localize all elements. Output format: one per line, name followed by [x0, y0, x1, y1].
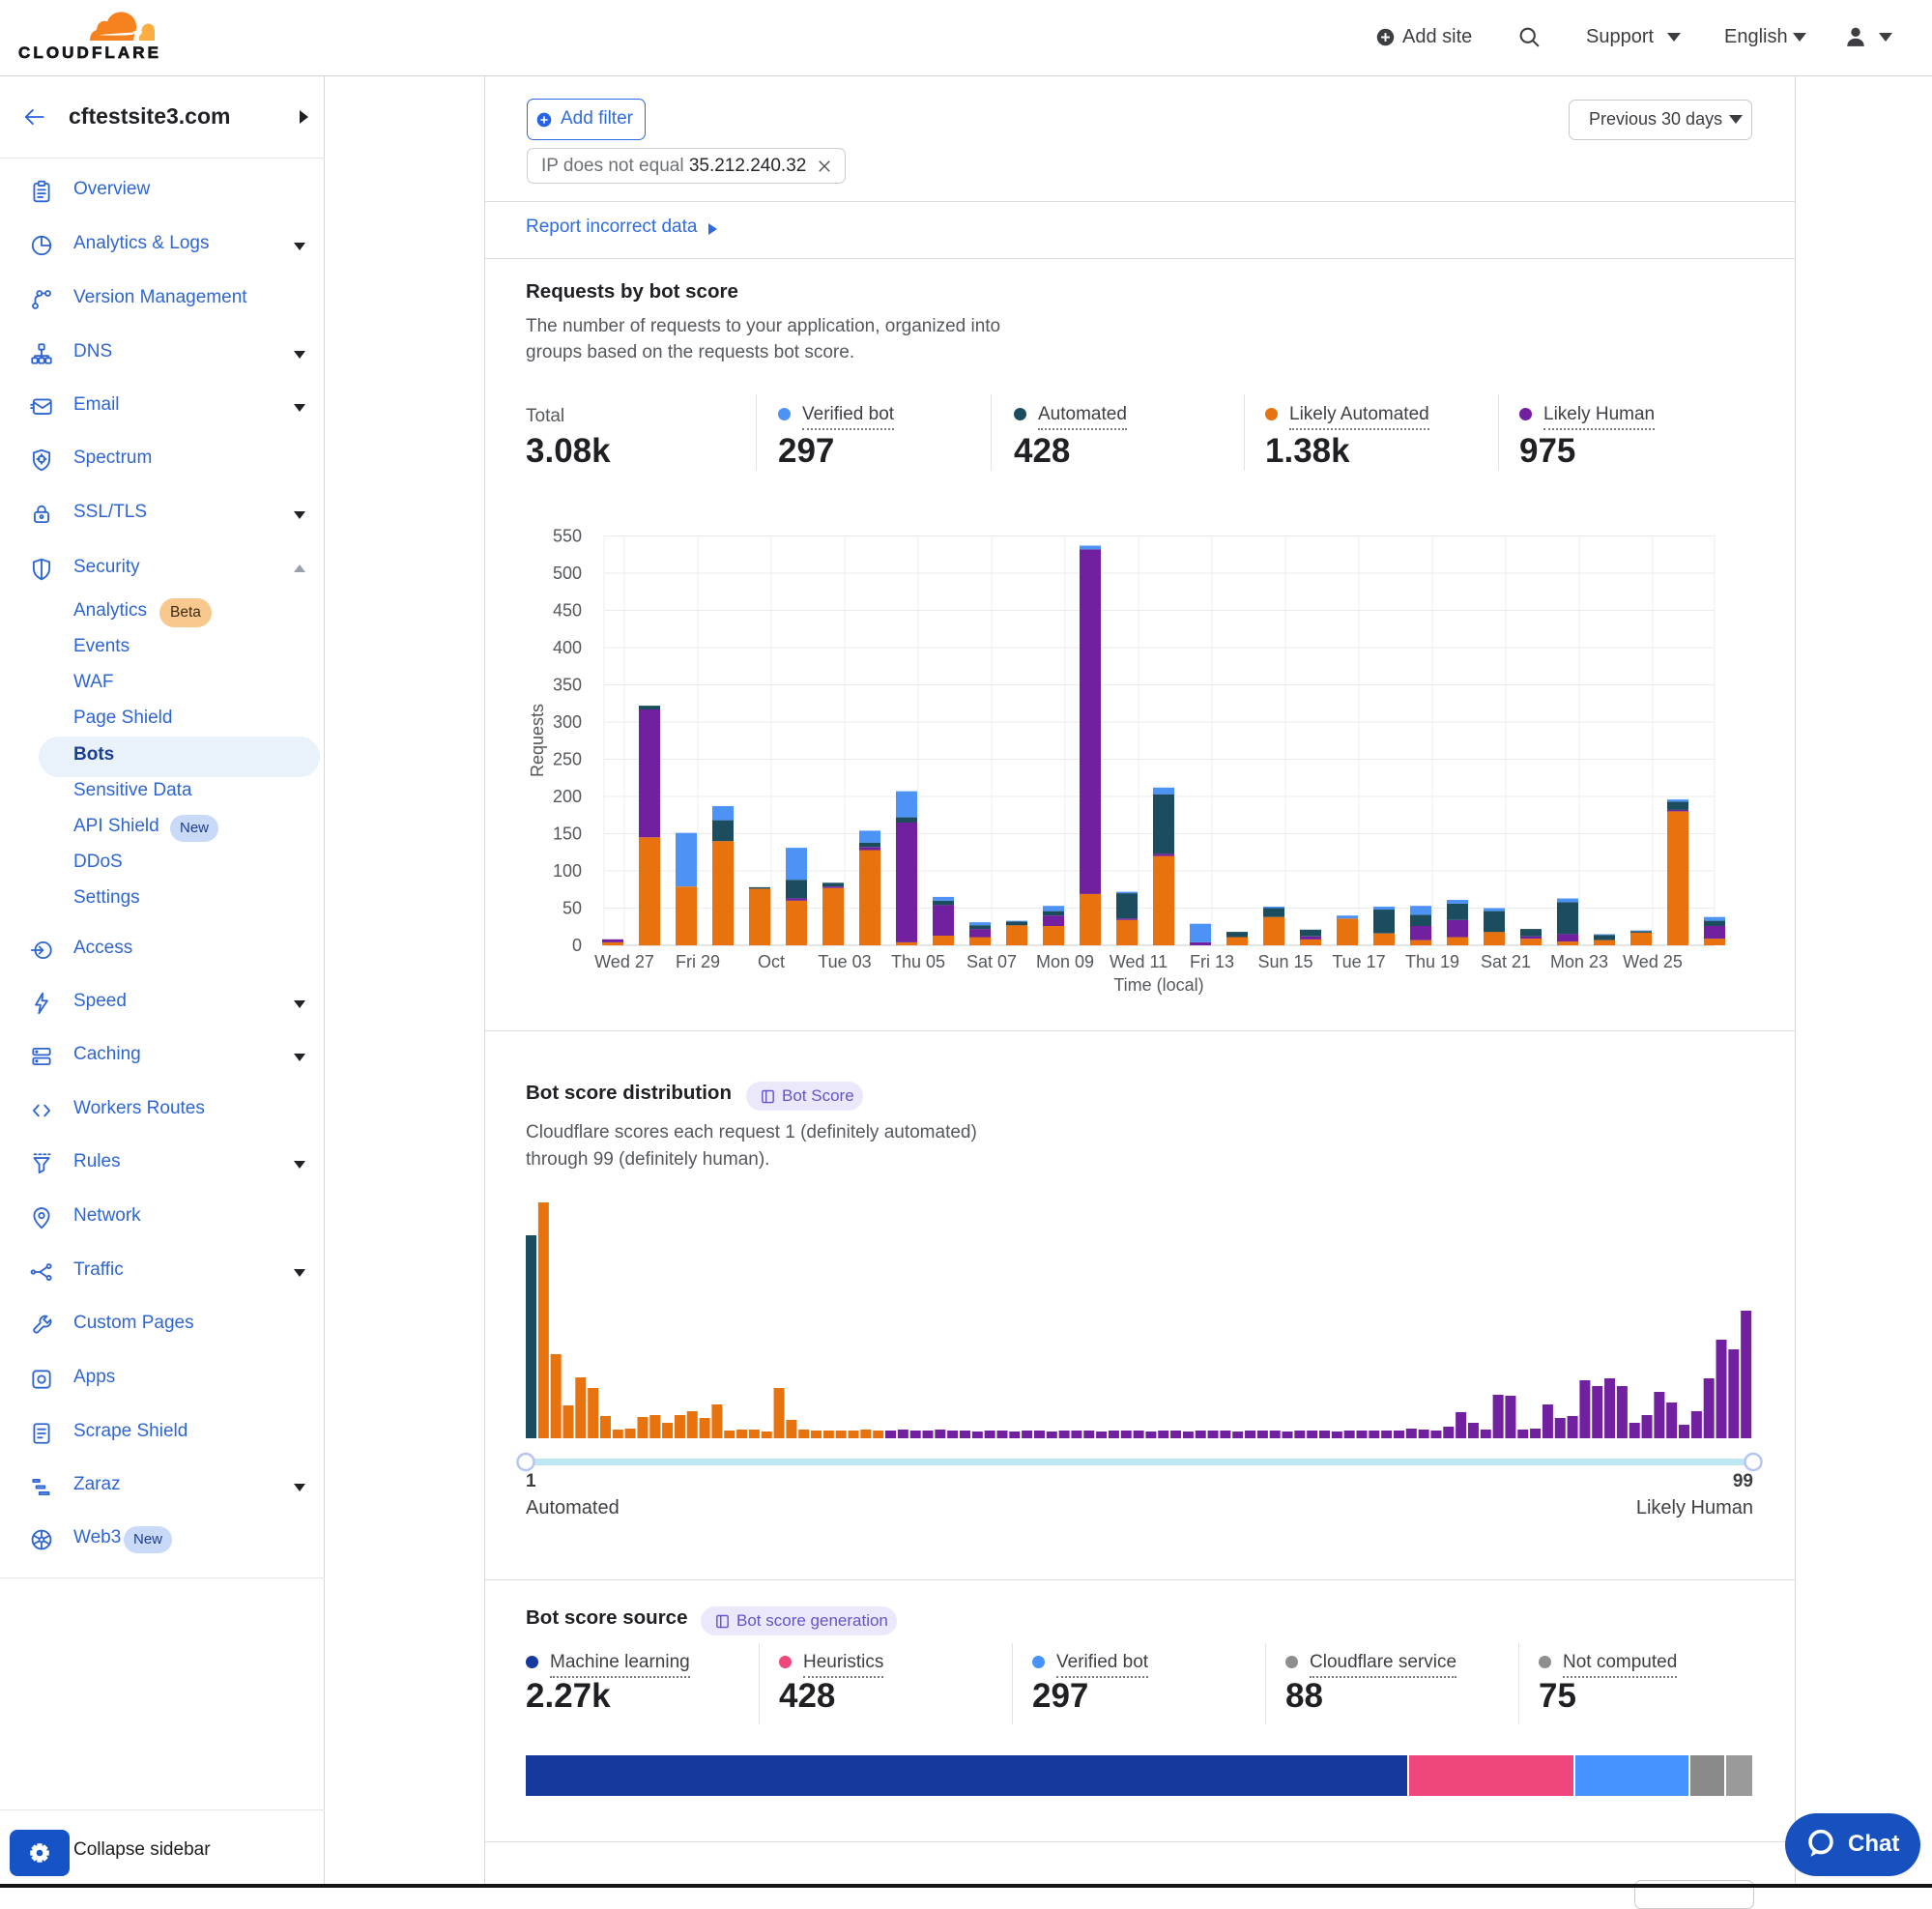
- svg-text:Mon 09: Mon 09: [1036, 952, 1094, 971]
- svg-text:Tue 17: Tue 17: [1332, 952, 1385, 971]
- svg-text:Requests: Requests: [528, 704, 547, 777]
- svg-text:350: 350: [553, 676, 582, 695]
- svg-text:Thu 19: Thu 19: [1405, 952, 1459, 971]
- svg-text:200: 200: [553, 787, 582, 806]
- svg-text:Sat 21: Sat 21: [1481, 952, 1531, 971]
- svg-text:Tue 03: Tue 03: [818, 952, 871, 971]
- svg-text:Sat 07: Sat 07: [966, 952, 1017, 971]
- svg-text:300: 300: [553, 712, 582, 732]
- svg-text:Wed 25: Wed 25: [1623, 952, 1683, 971]
- svg-text:Wed 27: Wed 27: [594, 952, 654, 971]
- svg-text:400: 400: [553, 638, 582, 657]
- svg-text:50: 50: [562, 899, 582, 918]
- svg-text:250: 250: [553, 750, 582, 769]
- svg-text:1: 1: [526, 1471, 536, 1491]
- svg-text:Likely Human: Likely Human: [1636, 1497, 1753, 1519]
- svg-text:500: 500: [553, 564, 582, 583]
- svg-text:Oct: Oct: [758, 952, 785, 971]
- svg-text:Mon 23: Mon 23: [1550, 952, 1608, 971]
- svg-text:Wed 11: Wed 11: [1110, 952, 1168, 971]
- svg-text:Sun 15: Sun 15: [1257, 952, 1312, 971]
- svg-text:450: 450: [553, 601, 582, 621]
- svg-text:Fri 13: Fri 13: [1190, 952, 1234, 971]
- svg-text:100: 100: [553, 861, 582, 881]
- svg-text:Fri 29: Fri 29: [676, 952, 720, 971]
- svg-text:550: 550: [553, 527, 582, 546]
- svg-text:Automated: Automated: [526, 1497, 620, 1519]
- svg-text:150: 150: [553, 824, 582, 844]
- svg-text:99: 99: [1733, 1471, 1753, 1491]
- svg-text:0: 0: [572, 936, 582, 955]
- svg-text:Time (local): Time (local): [1113, 975, 1203, 995]
- svg-text:Thu 05: Thu 05: [891, 952, 945, 971]
